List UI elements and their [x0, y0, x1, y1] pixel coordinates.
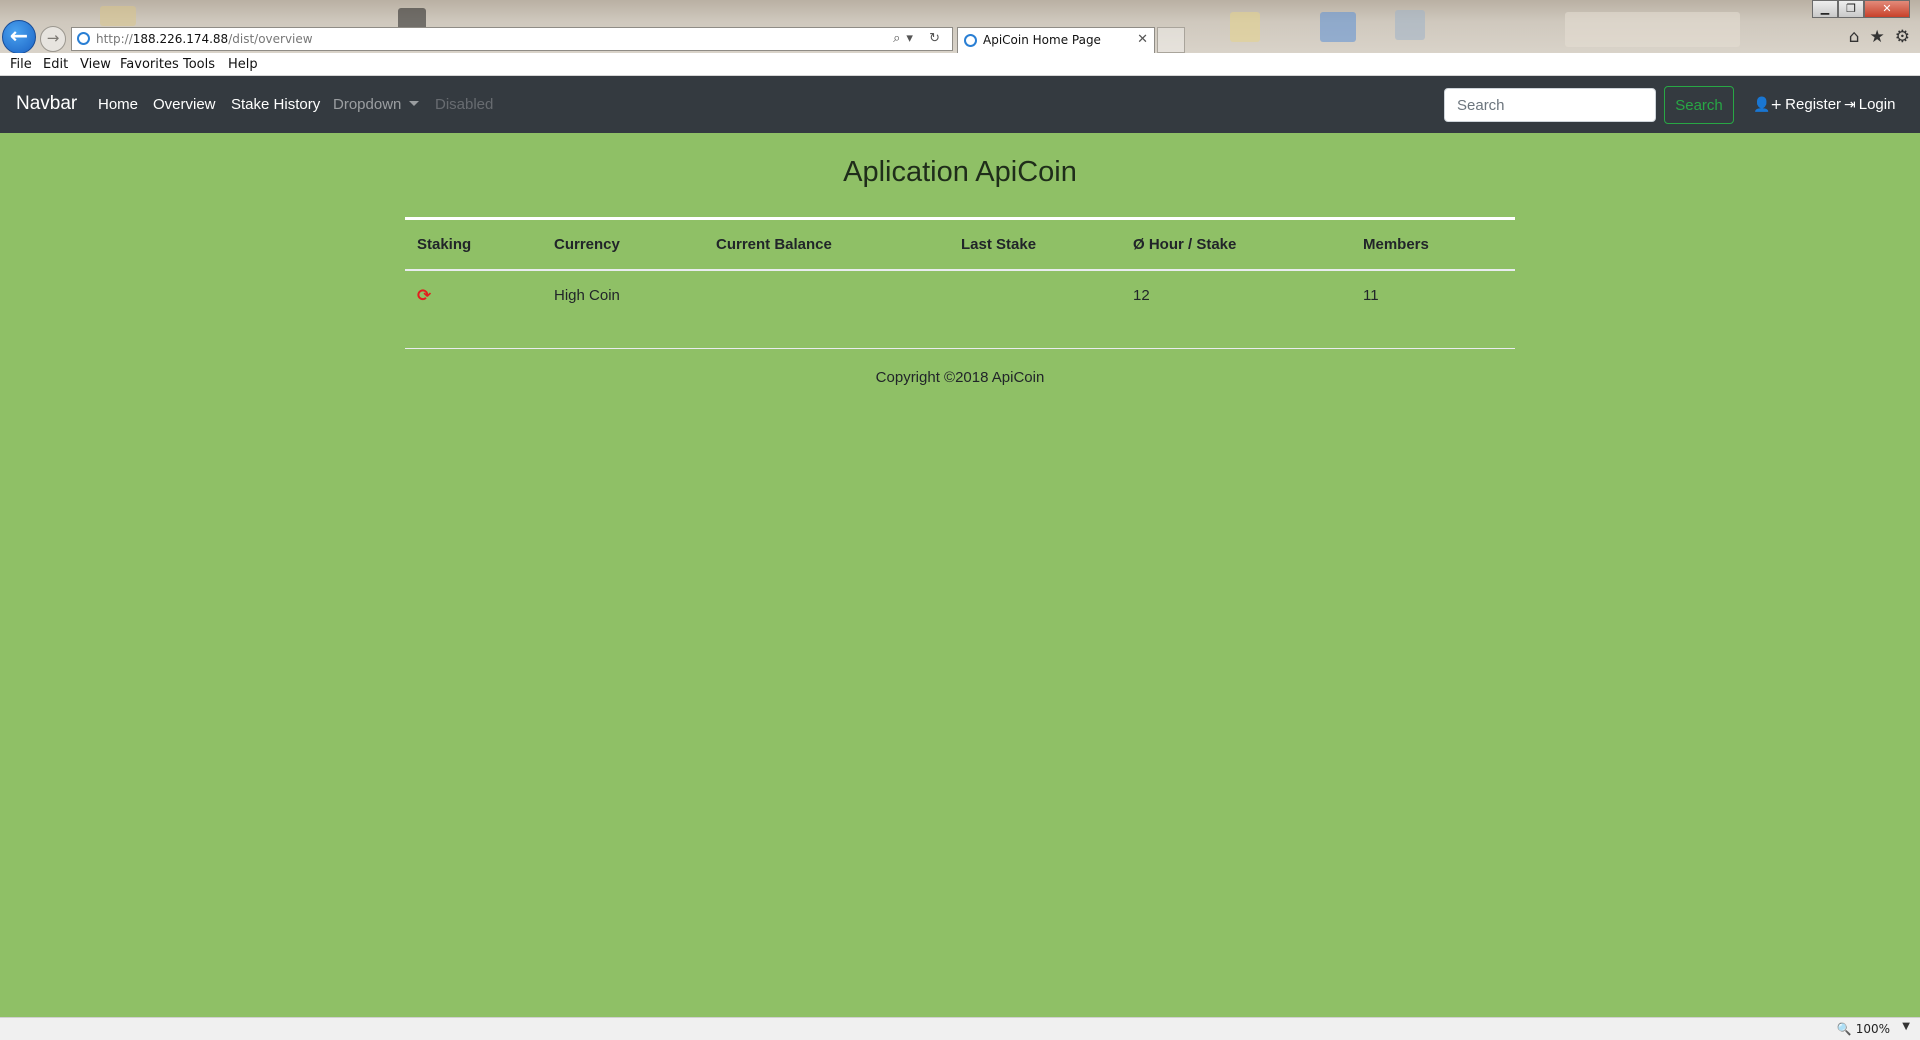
nav-disabled: Disabled — [435, 96, 494, 113]
menu-view[interactable]: View — [80, 53, 111, 76]
login-label: Login — [1858, 96, 1896, 113]
nav-dropdown-label: Dropdown — [333, 96, 402, 113]
header-currency: Currency — [542, 220, 704, 271]
desktop-background — [1320, 12, 1356, 42]
page-title: Aplication ApiCoin — [843, 156, 1077, 188]
table-header-row: Staking Currency Current Balance Last St… — [405, 220, 1515, 271]
url-path: /dist/overview — [228, 32, 313, 46]
zoom-value: 100% — [1855, 1022, 1890, 1036]
home-icon[interactable]: ⌂ — [1849, 27, 1860, 47]
forward-button[interactable]: → — [40, 26, 66, 52]
cell-current-balance — [704, 270, 949, 320]
cell-members: 11 — [1363, 287, 1379, 304]
desktop-background — [1565, 12, 1740, 47]
nav-overview[interactable]: Overview — [153, 96, 216, 113]
url-prefix: http:// — [96, 32, 133, 46]
back-arrow-icon: ← — [9, 24, 29, 49]
ie-tab-icon — [964, 34, 977, 47]
tab-close-icon[interactable]: ✕ — [1137, 28, 1148, 52]
copyright-text: Copyright ©2018 ApiCoin — [875, 369, 1045, 386]
user-plus-icon: 👤+ — [1753, 97, 1783, 113]
forward-arrow-icon: → — [46, 29, 60, 47]
login-link[interactable]: ⇥ Login — [1844, 96, 1895, 113]
header-current-balance: Current Balance — [704, 220, 949, 271]
refresh-icon[interactable]: ⟳ — [417, 286, 431, 306]
desktop-background — [1395, 10, 1425, 40]
navbar-brand[interactable]: Navbar — [16, 93, 77, 115]
browser-tab[interactable]: ApiCoin Home Page ✕ — [957, 27, 1155, 53]
header-members: Members — [1351, 220, 1515, 271]
window-controls: ▁ ❐ ✕ — [1812, 0, 1910, 18]
zoom-level[interactable]: 🔍 100% — [1837, 1022, 1890, 1036]
header-staking: Staking — [405, 220, 542, 271]
menu-edit[interactable]: Edit — [43, 53, 68, 76]
zoom-dropdown-icon[interactable]: ▼ — [1902, 1021, 1910, 1032]
back-button[interactable]: ← — [2, 20, 36, 54]
caret-down-icon — [409, 101, 420, 106]
menu-tools[interactable]: Tools — [183, 53, 215, 76]
desktop-background — [1230, 12, 1260, 42]
browser-titlebar: ← → http://188.226.174.88/dist/overview … — [0, 0, 1920, 54]
header-hour-stake: Ø Hour / Stake — [1121, 220, 1351, 271]
footer-divider — [405, 348, 1515, 349]
nav-dropdown[interactable]: Dropdown — [333, 96, 420, 113]
staking-table-container: Staking Currency Current Balance Last St… — [405, 217, 1515, 320]
new-tab-button[interactable] — [1157, 27, 1185, 53]
staking-table: Staking Currency Current Balance Last St… — [405, 220, 1515, 320]
nav-home[interactable]: Home — [98, 96, 138, 113]
browser-toolbar-icons: ⌂ ★ ⚙ — [1849, 27, 1910, 47]
restore-button[interactable]: ❐ — [1838, 0, 1864, 18]
cell-last-stake — [949, 270, 1121, 320]
search-button[interactable]: Search — [1664, 86, 1734, 124]
gear-icon[interactable]: ⚙ — [1895, 27, 1910, 47]
register-link[interactable]: 👤+ Register — [1753, 96, 1841, 113]
minimize-button[interactable]: ▁ — [1812, 0, 1838, 18]
menu-file[interactable]: File — [10, 53, 32, 76]
menu-favorites[interactable]: Favorites — [120, 53, 179, 76]
table-row: ⟳ High Coin 12 11 — [405, 270, 1515, 320]
nav-stake-history[interactable]: Stake History — [231, 96, 320, 113]
star-icon[interactable]: ★ — [1870, 27, 1885, 47]
address-search-refresh-icons[interactable]: ⌕▾ ↻ — [893, 28, 946, 50]
menu-help[interactable]: Help — [228, 53, 258, 76]
tab-title: ApiCoin Home Page — [983, 33, 1101, 47]
desktop-background — [100, 6, 136, 26]
cell-hour-stake: 12 — [1133, 287, 1150, 304]
site-navbar: Navbar Home Overview Stake History Dropd… — [0, 76, 1920, 133]
close-window-button[interactable]: ✕ — [1864, 0, 1910, 18]
browser-statusbar: 🔍 100% ▼ — [0, 1017, 1920, 1040]
cell-currency: High Coin — [554, 287, 620, 304]
header-last-stake: Last Stake — [949, 220, 1121, 271]
sign-in-icon: ⇥ — [1844, 97, 1856, 113]
browser-menubar: File Edit View Favorites Tools Help — [0, 53, 1920, 76]
cell-staking: ⟳ — [405, 270, 542, 320]
url-host: 188.226.174.88 — [132, 32, 229, 46]
ie-page-icon — [77, 32, 90, 45]
zoom-icon: 🔍 — [1836, 1022, 1852, 1036]
address-bar[interactable]: http://188.226.174.88/dist/overview ⌕▾ ↻ — [71, 27, 953, 51]
search-input[interactable] — [1444, 88, 1656, 122]
register-label: Register — [1785, 96, 1842, 113]
